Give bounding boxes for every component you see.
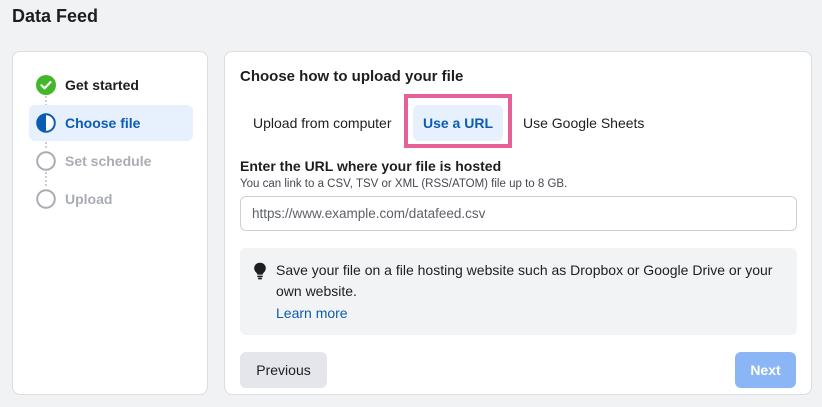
half-circle-icon xyxy=(36,113,56,133)
tab-use-a-url[interactable]: Use a URL xyxy=(413,105,503,141)
url-input[interactable] xyxy=(240,196,797,231)
section-heading: Choose how to upload your file xyxy=(240,68,464,85)
empty-circle-icon xyxy=(36,151,56,171)
step-label: Set schedule xyxy=(65,153,152,169)
steps-panel: Get started Choose file Set schedule Upl… xyxy=(12,51,208,395)
tab-upload-from-computer[interactable]: Upload from computer xyxy=(253,108,392,138)
step-get-started[interactable]: Get started xyxy=(29,67,193,103)
step-label: Upload xyxy=(65,191,113,207)
page-title: Data Feed xyxy=(12,6,99,26)
step-upload[interactable]: Upload xyxy=(29,181,193,217)
empty-circle-icon xyxy=(36,189,56,209)
previous-button[interactable]: Previous xyxy=(240,352,327,388)
step-label: Choose file xyxy=(65,115,141,131)
step-set-schedule[interactable]: Set schedule xyxy=(29,143,193,179)
upload-method-tabs: Upload from computer Use a URL Use Googl… xyxy=(240,94,800,148)
learn-more-link[interactable]: Learn more xyxy=(276,305,348,321)
next-button[interactable]: Next xyxy=(735,352,796,388)
check-circle-icon xyxy=(36,75,56,95)
tip-text: Save your file on a file hosting website… xyxy=(276,262,773,299)
tip-box: Save your file on a file hosting website… xyxy=(240,248,797,335)
tab-use-google-sheets[interactable]: Use Google Sheets xyxy=(523,108,644,138)
url-field-label: Enter the URL where your file is hosted xyxy=(240,158,502,174)
lightbulb-icon xyxy=(254,262,266,280)
step-label: Get started xyxy=(65,77,139,93)
step-choose-file[interactable]: Choose file xyxy=(29,105,193,141)
upload-panel: Choose how to upload your file Upload fr… xyxy=(224,51,812,395)
url-field-help: You can link to a CSV, TSV or XML (RSS/A… xyxy=(240,178,568,190)
